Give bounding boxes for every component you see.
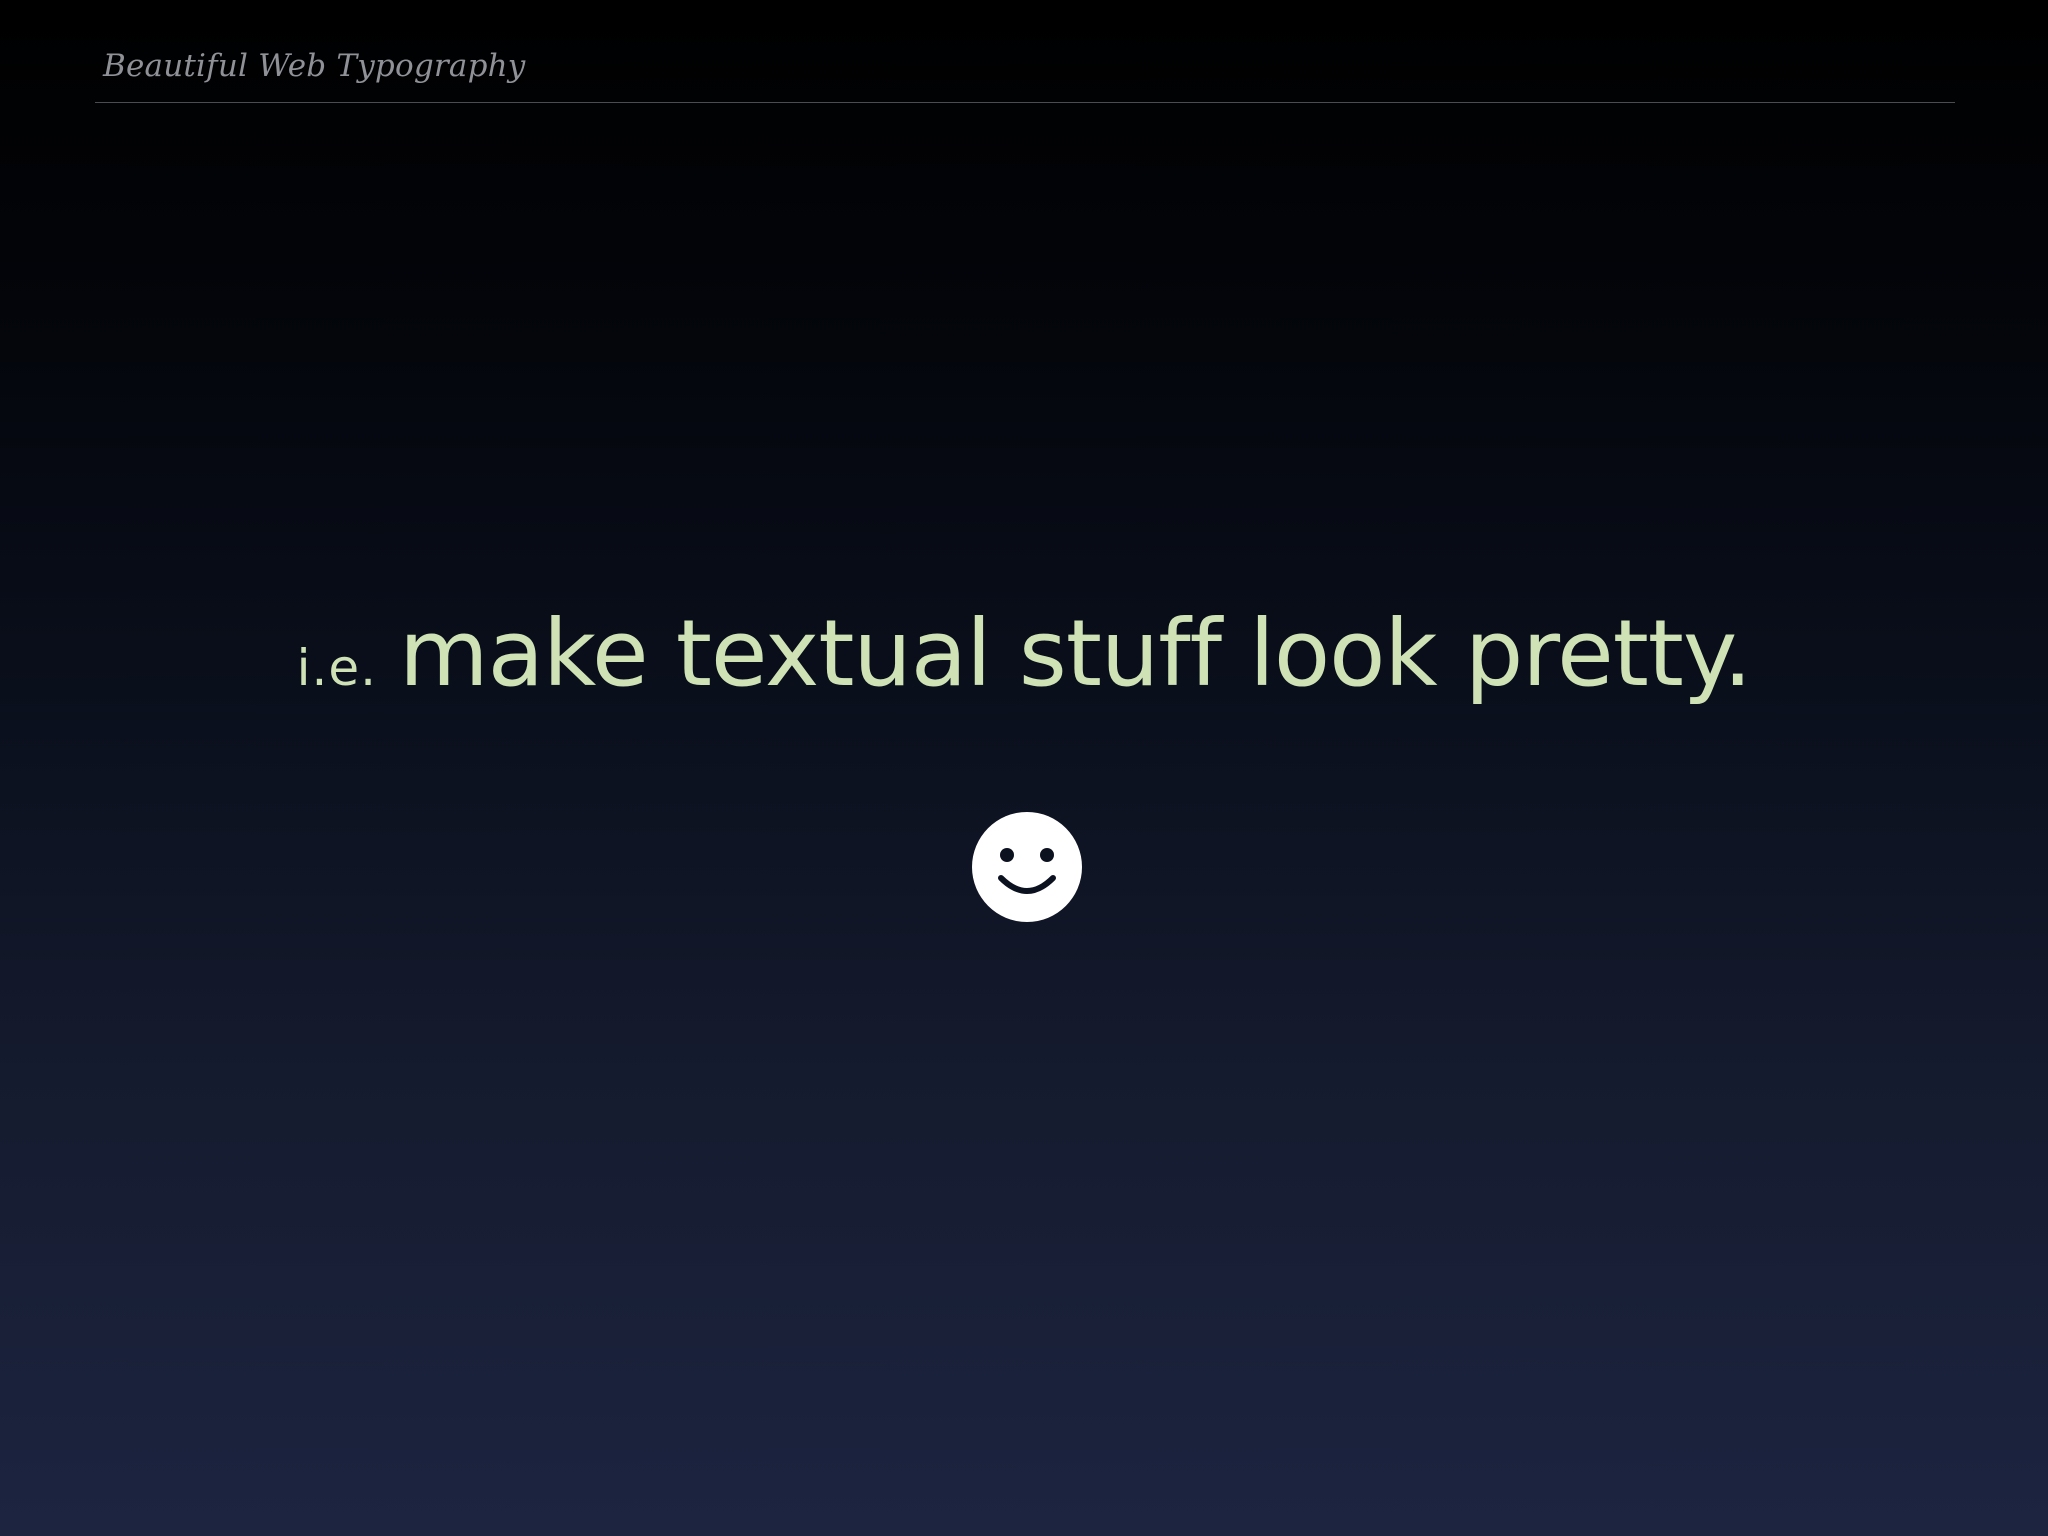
headline-prefix: i.e. xyxy=(296,639,378,697)
slide-header: Beautiful Web Typography xyxy=(95,40,1955,104)
headline: i.e. make textual stuff look pretty. xyxy=(0,600,2048,707)
header-divider xyxy=(95,102,1955,103)
smiley-face-icon xyxy=(972,812,1082,922)
headline-text: make textual stuff look pretty. xyxy=(399,600,1752,707)
slide-title: Beautiful Web Typography xyxy=(103,48,526,84)
